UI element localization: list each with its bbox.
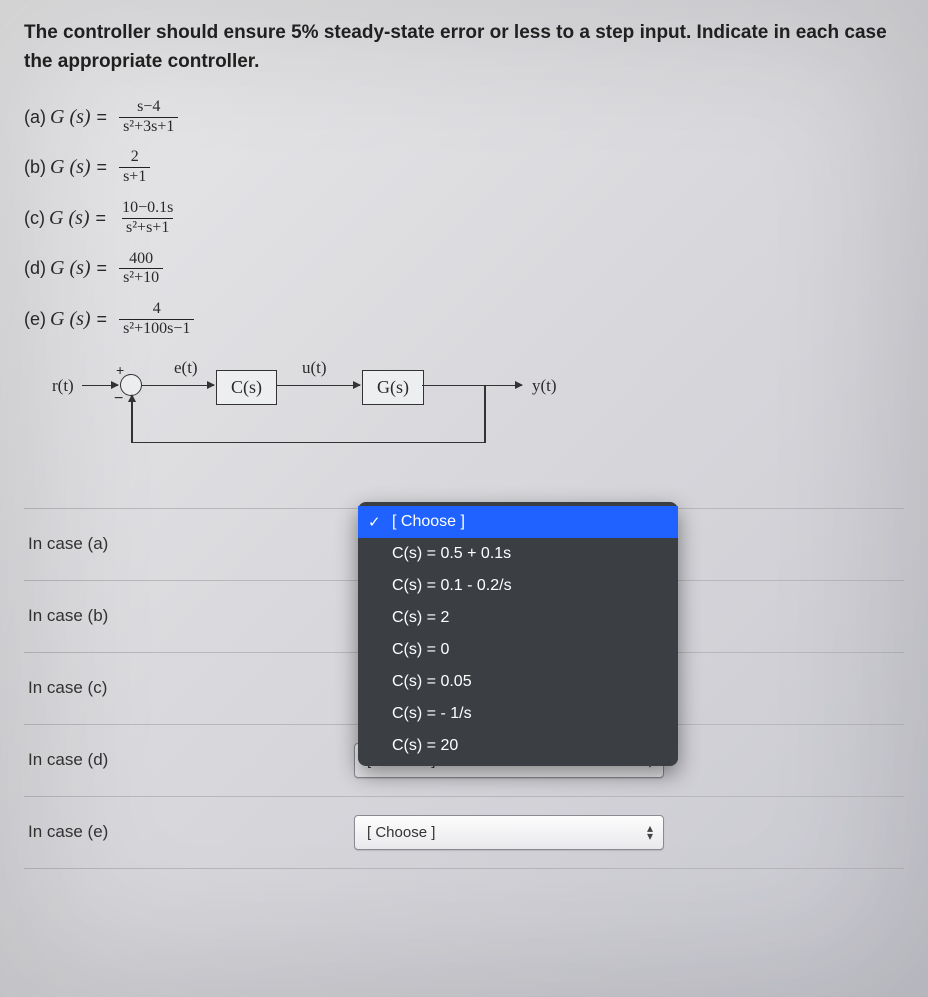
numerator: 4 — [149, 301, 165, 319]
equation-a: (a) G (s) = s−4 s²+3s+1 — [24, 99, 904, 136]
equation-label: (e) — [24, 309, 46, 330]
signal-e-label: e(t) — [174, 358, 198, 378]
wire — [131, 396, 133, 443]
equation-list: (a) G (s) = s−4 s²+3s+1 (b) G (s) = 2 s+… — [24, 99, 904, 338]
answer-area: In case (a) [ Choose ] In case (b) [ Cho… — [24, 508, 904, 869]
equation-label: (c) — [24, 208, 45, 229]
denominator: s²+3s+1 — [119, 117, 178, 136]
dropdown-option-label: C(s) = 20 — [392, 737, 458, 754]
case-row-e: In case (e) [ Choose ] ▴▾ — [24, 797, 904, 869]
equation-lhs: G (s) — [50, 308, 91, 331]
dropdown-option[interactable]: C(s) = 2 — [358, 602, 678, 634]
numerator: 2 — [127, 149, 143, 167]
wire — [276, 385, 360, 387]
plant-block: G(s) — [362, 370, 424, 405]
dropdown-menu-case-a[interactable]: ✓ [ Choose ] C(s) = 0.5 + 0.1s C(s) = 0.… — [358, 502, 678, 766]
numerator: 10−0.1s — [118, 200, 177, 218]
dropdown-option[interactable]: C(s) = 0.1 - 0.2/s — [358, 570, 678, 602]
dropdown-option[interactable]: C(s) = - 1/s — [358, 698, 678, 730]
fraction: 4 s²+100s−1 — [119, 301, 194, 338]
question-prompt: The controller should ensure 5% steady-s… — [24, 18, 904, 77]
equation-d: (d) G (s) = 400 s²+10 — [24, 251, 904, 288]
case-label: In case (a) — [24, 534, 354, 554]
numerator: s−4 — [133, 99, 164, 117]
sum-minus-label: − — [114, 390, 123, 408]
numerator: 400 — [125, 251, 157, 269]
denominator: s²+10 — [119, 268, 163, 287]
fraction: 400 s²+10 — [119, 251, 163, 288]
wire — [422, 385, 522, 387]
choose-value: [ Choose ] — [367, 824, 435, 841]
equals-sign: = — [97, 258, 108, 279]
wire — [131, 442, 485, 444]
signal-u-label: u(t) — [302, 358, 327, 378]
controller-block: C(s) — [216, 370, 277, 405]
equals-sign: = — [96, 208, 107, 229]
fraction: s−4 s²+3s+1 — [119, 99, 178, 136]
signal-y-label: y(t) — [532, 376, 557, 396]
dropdown-option[interactable]: C(s) = 20 — [358, 730, 678, 762]
equation-lhs: G (s) — [49, 207, 90, 230]
block-diagram: r(t) + − e(t) C(s) u(t) G(s) y(t) — [54, 358, 904, 478]
chevron-updown-icon: ▴▾ — [647, 825, 653, 839]
equation-label: (a) — [24, 107, 46, 128]
check-icon: ✓ — [368, 513, 381, 531]
case-label: In case (c) — [24, 678, 354, 698]
dropdown-option[interactable]: C(s) = 0.5 + 0.1s — [358, 538, 678, 570]
denominator: s²+s+1 — [122, 218, 173, 237]
dropdown-option-label: C(s) = 0.5 + 0.1s — [392, 545, 511, 562]
equation-label: (d) — [24, 258, 46, 279]
equation-e: (e) G (s) = 4 s²+100s−1 — [24, 301, 904, 338]
dropdown-option-label: C(s) = 0 — [392, 641, 449, 658]
wire — [142, 385, 214, 387]
dropdown-option-label: C(s) = - 1/s — [392, 705, 472, 722]
dropdown-option-label: [ Choose ] — [392, 513, 465, 530]
fraction: 2 s+1 — [119, 149, 150, 186]
wire — [484, 385, 486, 443]
dropdown-option-selected[interactable]: ✓ [ Choose ] — [358, 506, 678, 538]
denominator: s²+100s−1 — [119, 319, 194, 338]
dropdown-option-label: C(s) = 0.05 — [392, 673, 472, 690]
denominator: s+1 — [119, 167, 150, 186]
equation-lhs: G (s) — [50, 106, 91, 129]
choose-select-e[interactable]: [ Choose ] ▴▾ — [354, 815, 664, 850]
equals-sign: = — [97, 107, 108, 128]
equals-sign: = — [97, 157, 108, 178]
equation-b: (b) G (s) = 2 s+1 — [24, 149, 904, 186]
fraction: 10−0.1s s²+s+1 — [118, 200, 177, 237]
signal-r-label: r(t) — [52, 376, 74, 396]
sum-plus-label: + — [116, 362, 124, 378]
dropdown-option[interactable]: C(s) = 0.05 — [358, 666, 678, 698]
equation-c: (c) G (s) = 10−0.1s s²+s+1 — [24, 200, 904, 237]
case-label: In case (e) — [24, 822, 354, 842]
arrowhead-up-icon — [128, 394, 136, 402]
case-label: In case (d) — [24, 750, 354, 770]
equals-sign: = — [97, 309, 108, 330]
page: The controller should ensure 5% steady-s… — [0, 0, 928, 869]
dropdown-option-label: C(s) = 2 — [392, 609, 449, 626]
dropdown-option[interactable]: C(s) = 0 — [358, 634, 678, 666]
case-label: In case (b) — [24, 606, 354, 626]
equation-lhs: G (s) — [50, 156, 91, 179]
equation-lhs: G (s) — [50, 257, 91, 280]
wire — [82, 385, 118, 387]
dropdown-option-label: C(s) = 0.1 - 0.2/s — [392, 577, 512, 594]
equation-label: (b) — [24, 157, 46, 178]
